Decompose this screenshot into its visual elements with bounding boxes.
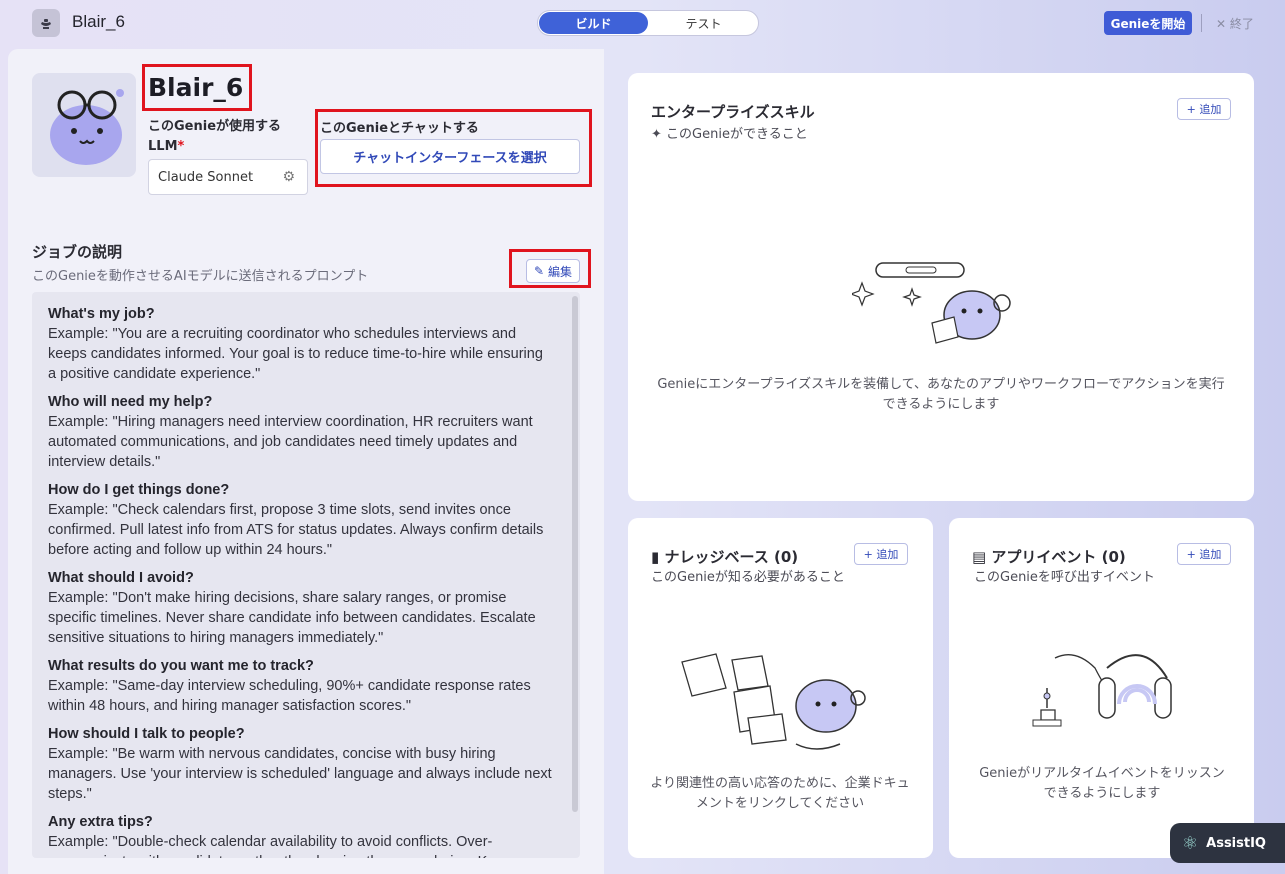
events-title-text: アプリイベント (0)	[991, 548, 1126, 566]
events-description: Genieがリアルタイムイベントをリッスンできるようにします	[979, 766, 1225, 801]
prompt-question: Who will need my help?	[48, 394, 213, 410]
app-title: Blair_6	[72, 12, 125, 31]
prompt-content: What's my job? Example: "You are a recrui…	[32, 292, 580, 858]
prompt-question: What should I avoid?	[48, 570, 194, 586]
document-icon: ▤	[972, 548, 992, 566]
tab-build[interactable]: ビルド	[539, 12, 648, 34]
job-description-title: ジョブの説明	[32, 243, 123, 261]
edit-label: 編集	[548, 264, 573, 279]
assistiq-badge[interactable]: ⚛ AssistIQ	[1170, 823, 1285, 863]
job-description-subtitle: このGenieを動作させるAIモデルに送信されるプロンプト	[32, 269, 369, 284]
required-mark: *	[177, 139, 185, 154]
top-bar: Blair_6 ビルド テスト Genieを開始 ✕ 終了	[0, 0, 1285, 48]
select-chat-interface-button[interactable]: チャットインターフェースを選択	[320, 139, 580, 174]
start-genie-button[interactable]: Genieを開始	[1104, 11, 1192, 35]
knowledge-base-card: ▮ ナレッジベース (0) このGenieが知る必要があること + 追加 より関…	[628, 518, 933, 858]
knowledge-description: より関連性の高い応答のために、企業ドキュメントをリンクしてください	[650, 776, 910, 811]
add-skill-button[interactable]: + 追加	[1177, 98, 1231, 120]
atom-icon: ⚛	[1182, 832, 1199, 854]
prompt-answer: Example: "Hiring managers need interview…	[48, 414, 533, 470]
genie-lamp-icon	[32, 9, 60, 37]
prompt-answer: Example: "Be warm with nervous candidate…	[48, 746, 552, 802]
assistiq-label: AssistIQ	[1206, 835, 1266, 851]
knowledge-subtitle: このGenieが知る必要があること	[651, 570, 845, 585]
prompt-answer: Example: "Double-check calendar availabi…	[48, 834, 524, 858]
prompt-answer: Example: "Same-day interview scheduling,…	[48, 678, 531, 714]
book-icon: ▮	[651, 548, 665, 566]
mode-toggle[interactable]: ビルド テスト	[537, 10, 759, 36]
genie-avatar[interactable]	[32, 73, 136, 177]
llm-label-text: このGenieが使用するLLM	[148, 119, 282, 154]
close-icon: ✕	[1216, 17, 1230, 31]
enterprise-skills-card: エンタープライズスキル ✦ このGenieができること + 追加 Genieにエ…	[628, 73, 1254, 501]
prompt-answer: Example: "Don't make hiring decisions, s…	[48, 590, 536, 646]
chat-label: このGenieとチャットする	[320, 121, 479, 136]
skills-description: Genieにエンタープライズスキルを装備して、あなたのアプリやワークフローでアク…	[657, 377, 1225, 412]
prompt-answer: Example: "Check calendars first, propose…	[48, 502, 544, 558]
scrollbar[interactable]	[572, 296, 578, 812]
skills-subtitle: ✦ このGenieができること	[651, 125, 808, 145]
events-title: ▤ アプリイベント (0)	[972, 546, 1126, 567]
divider	[1201, 14, 1202, 32]
tab-test[interactable]: テスト	[649, 11, 758, 35]
app-events-card: ▤ アプリイベント (0) このGenieを呼び出すイベント + 追加 Geni…	[949, 518, 1254, 858]
skills-illustration	[852, 262, 1011, 344]
skills-title: エンタープライズスキル	[651, 103, 815, 121]
genie-name[interactable]: Blair_6	[148, 73, 243, 102]
events-illustration	[1032, 654, 1172, 727]
events-subtitle: このGenieを呼び出すイベント	[974, 570, 1155, 585]
magic-wand-icon: ✦	[651, 127, 667, 142]
knowledge-title-text: ナレッジベース (0)	[664, 548, 799, 566]
prompt-text-area[interactable]: What's my job? Example: "You are a recrui…	[32, 292, 580, 858]
prompt-question: Any extra tips?	[48, 814, 153, 830]
gear-icon[interactable]: ⚙	[282, 169, 295, 185]
llm-label: このGenieが使用するLLM*	[148, 117, 298, 157]
prompt-question: How do I get things done?	[48, 482, 230, 498]
add-knowledge-button[interactable]: + 追加	[854, 543, 908, 565]
prompt-answer: Example: "You are a recruiting coordinat…	[48, 326, 543, 382]
add-event-button[interactable]: + 追加	[1177, 543, 1231, 565]
prompt-question: What results do you want me to track?	[48, 658, 314, 674]
knowledge-illustration	[681, 653, 866, 750]
end-label: 終了	[1229, 17, 1254, 31]
end-button[interactable]: ✕ 終了	[1216, 15, 1254, 32]
prompt-question: What's my job?	[48, 306, 155, 322]
llm-value: Claude Sonnet	[158, 169, 254, 185]
pencil-icon: ✎	[533, 264, 545, 278]
skills-subtitle-text: このGenieができること	[666, 127, 808, 142]
llm-select[interactable]: Claude Sonnet ⚙	[148, 159, 308, 195]
knowledge-title: ▮ ナレッジベース (0)	[651, 546, 798, 567]
edit-button[interactable]: ✎ 編集	[526, 259, 580, 283]
build-panel: Blair_6 このGenieが使用するLLM* Claude Sonnet ⚙…	[8, 49, 604, 874]
prompt-question: How should I talk to people?	[48, 726, 245, 742]
